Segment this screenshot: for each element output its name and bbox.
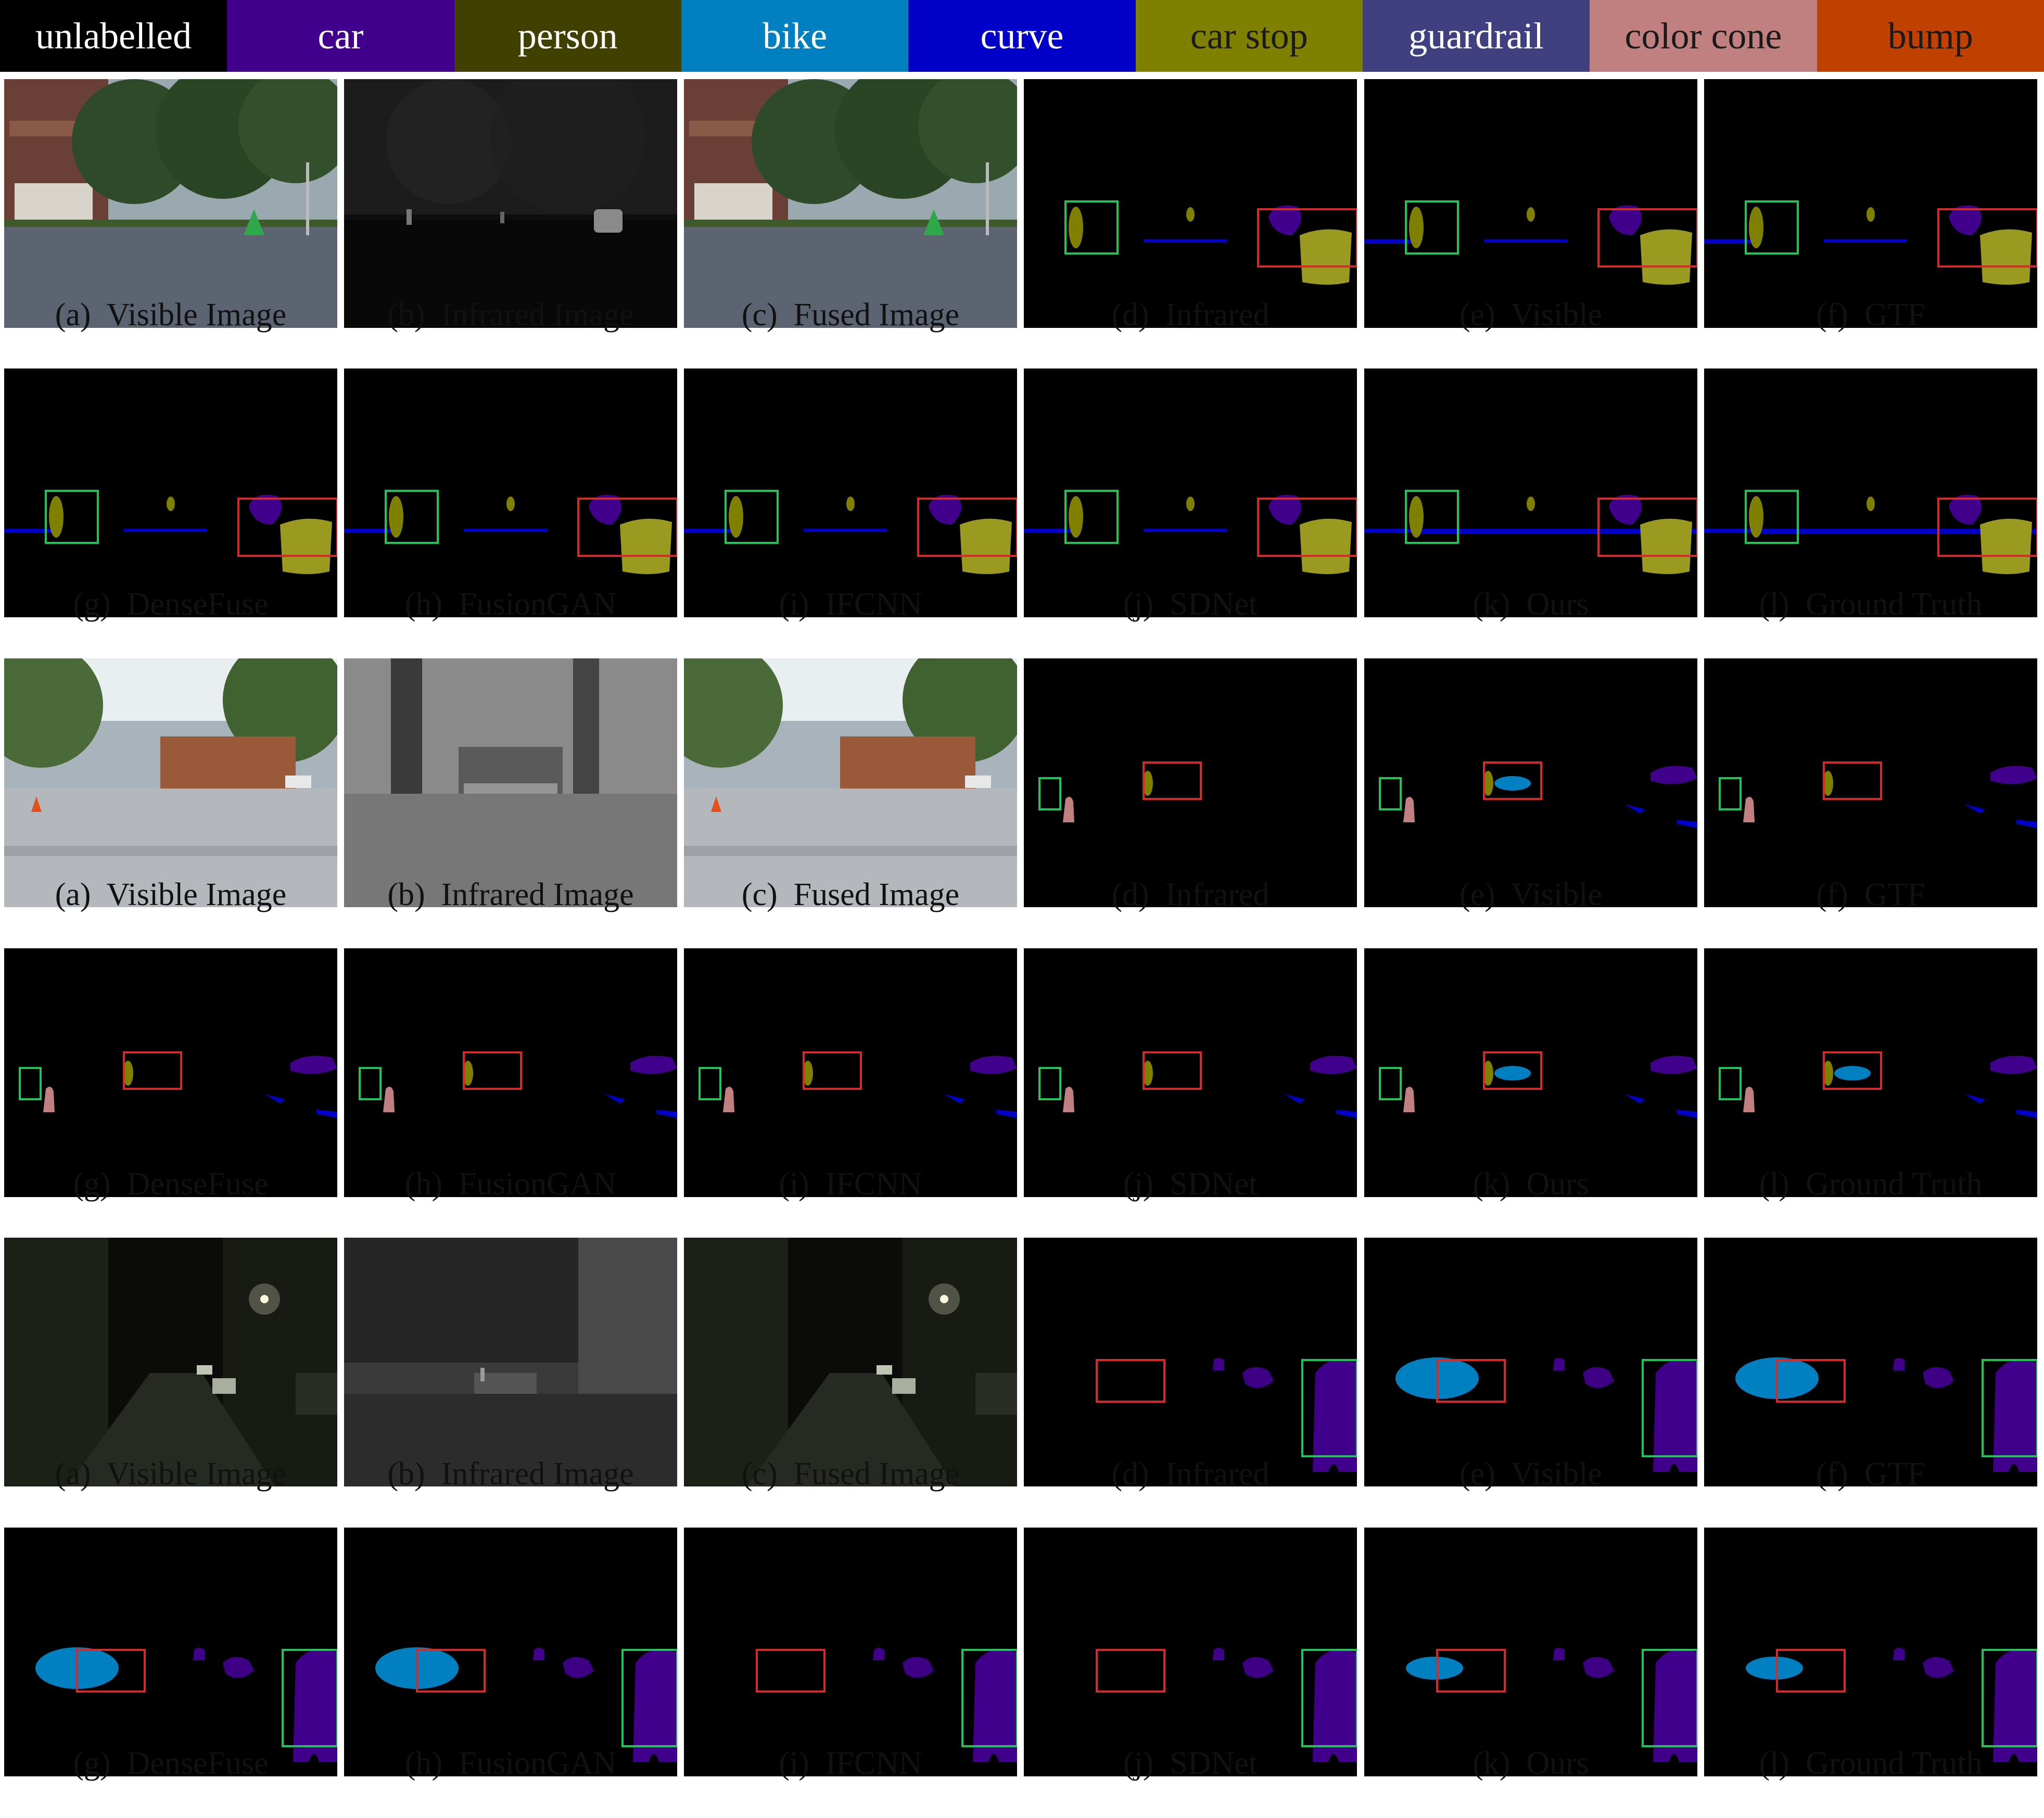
panel-infrared-seg [1024, 79, 1357, 328]
caption-visible-seg: (e) Visible [1459, 297, 1603, 333]
caption-ground-truth-seg: (l) Ground Truth [1759, 1746, 1983, 1781]
panel-ifcnn-seg [684, 1528, 1017, 1776]
panel-infrared-image [344, 658, 677, 907]
panel-gtf-seg [1704, 658, 2037, 907]
panel-ours-seg [1364, 948, 1697, 1197]
legend-color-cone: color cone [1590, 0, 1817, 72]
legend-car-stop: car stop [1135, 0, 1363, 72]
panel-gtf-seg [1704, 1238, 2037, 1486]
caption-ifcnn-seg: (i) IFCNN [779, 587, 922, 622]
panel-ours-seg [1364, 1528, 1697, 1776]
caption-visible-image: (a) Visible Image [55, 1456, 287, 1492]
caption-fused-image: (c) Fused Image [741, 297, 960, 333]
caption-ifcnn-seg: (i) IFCNN [779, 1746, 922, 1781]
panel-densefuse-seg [4, 1528, 337, 1776]
legend-person: person [454, 0, 681, 72]
panel-fused-image [684, 1238, 1017, 1486]
caption-infrared-seg: (d) Infrared [1111, 877, 1269, 912]
panel-visible-seg [1364, 1238, 1697, 1486]
panel-ground-truth-seg [1704, 948, 2037, 1197]
caption-densefuse-seg: (g) DenseFuse [73, 1746, 269, 1781]
caption-fusiongan-seg: (h) FusionGAN [404, 1746, 617, 1781]
caption-gtf-seg: (f) GTF [1816, 1456, 1926, 1492]
caption-infrared-seg: (d) Infrared [1111, 1456, 1269, 1492]
panel-gtf-seg [1704, 79, 2037, 328]
legend-bump: bump [1817, 0, 2044, 72]
caption-densefuse-seg: (g) DenseFuse [73, 1166, 269, 1202]
panel-infrared-seg [1024, 1238, 1357, 1486]
panel-ground-truth-seg [1704, 1528, 2037, 1776]
caption-ground-truth-seg: (l) Ground Truth [1759, 587, 1983, 622]
panel-visible-seg [1364, 658, 1697, 907]
legend-curve: curve [908, 0, 1136, 72]
panel-fusiongan-seg [344, 1528, 677, 1776]
caption-gtf-seg: (f) GTF [1816, 297, 1926, 333]
panel-sdnet-seg [1024, 948, 1357, 1197]
panel-ground-truth-seg [1704, 368, 2037, 617]
caption-ifcnn-seg: (i) IFCNN [779, 1166, 922, 1202]
legend-car: car [227, 0, 454, 72]
panel-sdnet-seg [1024, 1528, 1357, 1776]
caption-fused-image: (c) Fused Image [741, 1456, 960, 1492]
legend-guardrail: guardrail [1362, 0, 1590, 72]
caption-visible-seg: (e) Visible [1459, 877, 1603, 912]
panel-infrared-image [344, 1238, 677, 1486]
caption-ours-seg: (k) Ours [1472, 1166, 1589, 1202]
panel-densefuse-seg [4, 948, 337, 1197]
panel-ifcnn-seg [684, 948, 1017, 1197]
caption-ours-seg: (k) Ours [1472, 1746, 1589, 1781]
panel-sdnet-seg [1024, 368, 1357, 617]
caption-fusiongan-seg: (h) FusionGAN [404, 1166, 617, 1202]
legend-bike: bike [681, 0, 909, 72]
panel-ifcnn-seg [684, 368, 1017, 617]
caption-ground-truth-seg: (l) Ground Truth [1759, 1166, 1983, 1202]
caption-ours-seg: (k) Ours [1472, 587, 1589, 622]
panel-fused-image [684, 79, 1017, 328]
caption-visible-seg: (e) Visible [1459, 1456, 1603, 1492]
panel-visible-image [4, 1238, 337, 1486]
legend-unlabelled: unlabelled [0, 0, 227, 72]
panel-fused-image [684, 658, 1017, 907]
caption-visible-image: (a) Visible Image [55, 297, 287, 333]
panel-densefuse-seg [4, 368, 337, 617]
class-legend: unlabelled car person bike curve car sto… [0, 0, 2044, 72]
caption-infrared-image: (b) Infrared Image [387, 297, 634, 333]
panel-fusiongan-seg [344, 368, 677, 617]
panel-infrared-image [344, 79, 677, 328]
caption-sdnet-seg: (j) SDNet [1123, 587, 1258, 622]
caption-infrared-seg: (d) Infrared [1111, 297, 1269, 333]
caption-visible-image: (a) Visible Image [55, 877, 287, 912]
caption-infrared-image: (b) Infrared Image [387, 1456, 634, 1492]
caption-gtf-seg: (f) GTF [1816, 877, 1926, 912]
caption-densefuse-seg: (g) DenseFuse [73, 587, 269, 622]
caption-infrared-image: (b) Infrared Image [387, 877, 634, 912]
panel-ours-seg [1364, 368, 1697, 617]
caption-sdnet-seg: (j) SDNet [1123, 1746, 1258, 1781]
panel-infrared-seg [1024, 658, 1357, 907]
caption-sdnet-seg: (j) SDNet [1123, 1166, 1258, 1202]
caption-fusiongan-seg: (h) FusionGAN [404, 587, 617, 622]
caption-fused-image: (c) Fused Image [741, 877, 960, 912]
panel-fusiongan-seg [344, 948, 677, 1197]
panel-visible-image [4, 658, 337, 907]
panel-visible-image [4, 79, 337, 328]
panel-visible-seg [1364, 79, 1697, 328]
